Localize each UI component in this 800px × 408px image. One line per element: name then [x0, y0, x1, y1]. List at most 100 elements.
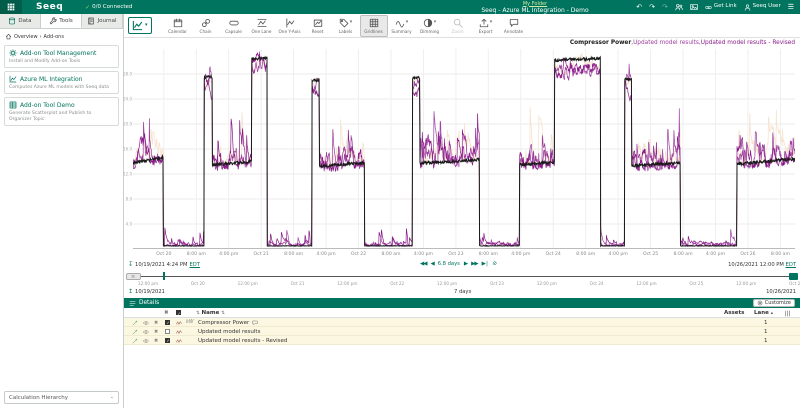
connection-status[interactable]: ✓ 0/0 Connected	[85, 4, 132, 11]
calendar-button[interactable]: Calendar	[164, 15, 192, 37]
link-icon	[705, 4, 712, 11]
timezone-link[interactable]: EDT	[786, 262, 796, 268]
chain-button[interactable]: Chain	[192, 15, 220, 37]
gridlines-button[interactable]: Gridlines	[360, 15, 388, 37]
x-axis-labels: Oct 208:00 am4:00 pmOct 218:00 am4:00 pm…	[133, 250, 795, 259]
auto-update-icon[interactable]: ⊘	[492, 261, 496, 267]
remove-icon[interactable]: ✖	[154, 338, 158, 344]
users-icon[interactable]	[675, 3, 683, 11]
display-range-end-value[interactable]: 10/26/2021 12:00 PM	[728, 262, 784, 268]
view-selector-button[interactable]: ▾	[128, 17, 152, 34]
y-axis-tick-label: 20.0	[123, 122, 132, 127]
presentation-icon[interactable]	[690, 3, 698, 11]
legend-item[interactable]: Updated model results	[633, 40, 699, 49]
customize-label: Customize	[765, 300, 791, 306]
details-row[interactable]: ✖Updated model results1	[124, 327, 800, 336]
select-all-checkbox[interactable]	[176, 310, 181, 317]
step-back-icon[interactable]: ◀◀	[420, 261, 426, 267]
timezone-link[interactable]: EDT	[189, 262, 199, 268]
pan-forward-icon[interactable]: ▶	[464, 261, 467, 267]
seeq-logo[interactable]: Seeq	[36, 2, 63, 12]
display-range-duration[interactable]: 6.8 days	[438, 261, 460, 267]
timeline-tick-label: 12:00 pm	[736, 281, 756, 286]
column-header-lane[interactable]: Lane ▴	[754, 310, 773, 316]
addon-tool-card[interactable]: Azure ML IntegrationComputes Azure ML mo…	[4, 71, 119, 94]
workbench-main: ▾ CalendarChainCapsuleOne LaneOne Y-Axis…	[124, 14, 800, 408]
breadcrumb[interactable]: Overview › Add-ons	[0, 29, 123, 42]
investigate-range-end-value[interactable]: 10/26/2021	[766, 289, 796, 295]
home-icon	[5, 33, 12, 40]
lane-columns-icon[interactable]	[784, 310, 791, 317]
investigate-range-slider[interactable]	[124, 272, 800, 280]
investigate-range-start-value[interactable]: 10/19/2021	[135, 289, 165, 295]
trend-plot-area[interactable]	[133, 49, 795, 249]
redo-icon[interactable]: ↷	[649, 4, 655, 11]
remove-icon[interactable]: ✖	[154, 320, 158, 326]
addon-tool-card[interactable]: Add-on Tool DemoGenerate Scatterplot and…	[4, 97, 119, 126]
annotate-icon	[509, 18, 519, 28]
legend-item[interactable]: Updated model results - Revised	[701, 40, 795, 49]
display-range-start[interactable]: ↧ 10/19/2021 4:24 PM EDT	[128, 262, 200, 268]
range-anchor-up-icon[interactable]: ↥	[128, 289, 133, 295]
zoom-button: Zoom	[444, 15, 472, 37]
trend-chart[interactable]: 4.08.012.016.020.024.028.0	[124, 49, 800, 249]
eye-icon[interactable]	[143, 320, 149, 326]
step-forward-icon[interactable]: ▶▶	[471, 261, 477, 267]
one-lane-button[interactable]: One Lane	[248, 15, 276, 37]
slider-track[interactable]	[126, 276, 798, 278]
capsule-button[interactable]: Capsule	[220, 15, 248, 37]
x-axis-tick-label: 8:00 am	[576, 252, 595, 257]
breadcrumb-root[interactable]: Overview	[14, 34, 38, 40]
my-folder-link[interactable]: My Folder	[435, 2, 635, 7]
row-name[interactable]: Updated model results	[198, 329, 260, 335]
comment-icon[interactable]	[252, 320, 258, 326]
app-switcher-waffle-icon[interactable]	[0, 0, 22, 14]
x-axis-tick-label: Oct 24	[546, 252, 561, 257]
go-to-now-icon[interactable]: ▶❘	[482, 261, 489, 267]
column-header-assets[interactable]: Assets	[724, 310, 744, 316]
get-link-button[interactable]: Get Link	[705, 4, 737, 11]
row-checkbox[interactable]	[165, 329, 170, 336]
row-name[interactable]: Updated model results - Revised	[198, 338, 287, 344]
row-name[interactable]: Compressor Power	[198, 320, 249, 326]
export-button[interactable]: ▾Export	[472, 15, 500, 37]
row-checkbox[interactable]	[165, 320, 170, 327]
annotate-button[interactable]: Annotate	[500, 15, 528, 37]
slider-right-handle[interactable]	[789, 273, 798, 280]
slider-left-handle[interactable]	[126, 273, 141, 280]
display-range-start-value[interactable]: 10/19/2021 4:24 PM	[135, 262, 187, 268]
row-checkbox[interactable]	[165, 338, 170, 345]
tab-tools[interactable]: Tools	[41, 14, 82, 28]
investigate-range-start[interactable]: ↥ 10/19/2021	[128, 289, 165, 295]
undo-icon[interactable]: ↶	[636, 4, 642, 11]
user-menu[interactable]: Seeq User	[744, 4, 781, 11]
eye-icon[interactable]	[143, 329, 149, 335]
display-range-end[interactable]: 10/26/2021 12:00 PM EDT	[728, 262, 796, 268]
addon-tool-card[interactable]: Add-on Tool ManagementInstall and Modify…	[4, 45, 119, 68]
dimming-button[interactable]: ▾Dimming	[416, 15, 444, 37]
eye-icon[interactable]	[143, 338, 149, 344]
calculation-hierarchy-select[interactable]: Calculation Hierarchy ⌄	[4, 391, 119, 404]
column-header-name[interactable]: ⇅ Name ⇅	[196, 310, 225, 316]
details-row[interactable]: ✖kWCompressor Power1	[124, 318, 800, 327]
one-y-axis-button[interactable]: One Y-Axis	[276, 15, 304, 37]
remove-all-icon[interactable]: ✖	[164, 310, 169, 316]
range-start-anchor-icon[interactable]: ↧	[128, 262, 133, 268]
redo-all-icon[interactable]: ↷	[662, 4, 668, 11]
legend-item[interactable]: Compressor Power	[570, 40, 631, 49]
trend-icon	[9, 75, 17, 83]
labels-button[interactable]: ▾Labels	[332, 15, 360, 37]
investigate-range-duration[interactable]: 7 days	[454, 289, 471, 295]
pan-back-icon[interactable]: ◀	[430, 261, 433, 267]
display-range-start-marker[interactable]	[163, 272, 165, 280]
remove-icon[interactable]: ✖	[154, 329, 158, 335]
reset-button[interactable]: Reset	[304, 15, 332, 37]
hamburger-menu-icon[interactable]: ☰	[788, 4, 794, 11]
tab-data[interactable]: Data	[0, 14, 41, 28]
summary-button[interactable]: ▾Summary	[388, 15, 416, 37]
table-icon	[9, 101, 17, 109]
details-row[interactable]: ✖Updated model results - Revised1	[124, 336, 800, 345]
toolbar-button-label: One Y-Axis	[279, 29, 301, 34]
tab-journal[interactable]: Journal	[82, 14, 123, 28]
customize-button[interactable]: Customize	[753, 299, 795, 307]
